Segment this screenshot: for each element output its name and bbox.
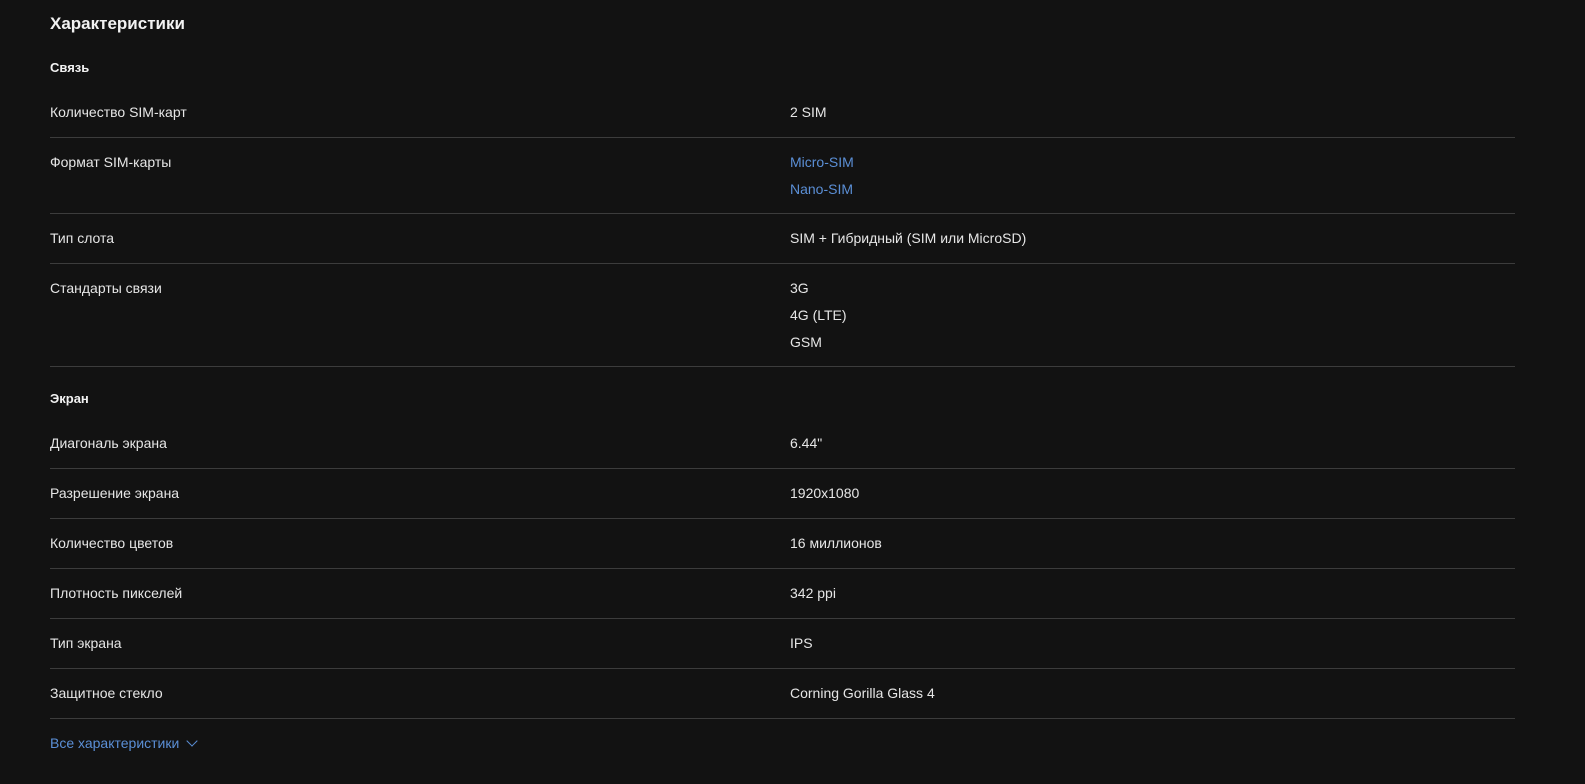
chevron-down-icon [186,735,198,747]
page-title: Характеристики [50,14,185,33]
spec-label: Стандарты связи [50,280,162,296]
spec-label: Разрешение экрана [50,485,180,501]
spec-label: Плотность пикселей [50,585,183,601]
spec-label: Тип экрана [50,635,122,651]
spec-value: 342 ppi [790,585,836,601]
spec-sections: Связь Количество SIM-карт 2 SIM Формат SIM-… [50,48,1515,719]
spec-value: SIM + Гибридный (SIM или MicroSD) [790,230,1027,246]
spec-section: Экран Диагональ экрана 6.44" Разрешение экр… [50,379,1515,719]
spec-value: IPS [790,635,813,651]
spec-row: Плотность пикселей 342 ppi [50,569,1515,619]
section-title: Связь [50,60,90,75]
spec-row: Количество цветов 16 миллионов [50,519,1515,569]
spec-values: 2 SIM [790,102,1515,123]
spec-row: Разрешение экрана 1920x1080 [50,469,1515,519]
spec-label: Количество SIM-карт [50,104,187,120]
spec-value: 2 SIM [790,104,827,120]
spec-value: 4G (LTE) [790,307,847,323]
spec-values: Corning Gorilla Glass 4 [790,683,1515,704]
spec-values: Micro-SIM Nano-SIM [790,152,1515,199]
spec-value: GSM [790,334,822,350]
spec-values: IPS [790,633,1515,654]
spec-row: Защитное стекло Corning Gorilla Glass 4 [50,669,1515,719]
spec-value: 3G [790,280,809,296]
spec-row: Тип экрана IPS [50,619,1515,669]
spec-row: Стандарты связи 3G 4G (LTE) GSM [50,264,1515,367]
spec-values: 342 ppi [790,583,1515,604]
section-title: Экран [50,391,89,406]
spec-label: Количество цветов [50,535,174,551]
spec-value: 1920x1080 [790,485,860,501]
spec-values: 6.44" [790,433,1515,454]
spec-values: 1920x1080 [790,483,1515,504]
spec-value: 6.44" [790,435,823,451]
page: Характеристики Связь Количество SIM-карт 2… [0,0,1585,784]
spec-row: Количество SIM-карт 2 SIM [50,88,1515,138]
spec-label: Диагональ экрана [50,435,167,451]
all-specs-label: Все характеристики [50,735,180,751]
spec-row: Формат SIM-карты Micro-SIM Nano-SIM [50,138,1515,214]
specifications-panel: Характеристики Связь Количество SIM-карт 2… [50,0,1515,753]
all-specs-link[interactable]: Все характеристики [50,735,198,751]
spec-label: Формат SIM-карты [50,154,172,170]
spec-values: SIM + Гибридный (SIM или MicroSD) [790,228,1515,249]
spec-row: Тип слота SIM + Гибридный (SIM или MicroS… [50,214,1515,264]
spec-value: 16 миллионов [790,535,882,551]
spec-label: Тип слота [50,230,115,246]
spec-label: Защитное стекло [50,685,163,701]
spec-value-link[interactable]: Nano-SIM [790,179,1515,199]
spec-section: Связь Количество SIM-карт 2 SIM Формат SIM-… [50,48,1515,367]
spec-value: Corning Gorilla Glass 4 [790,685,935,701]
spec-values: 16 миллионов [790,533,1515,554]
spec-value-link[interactable]: Micro-SIM [790,152,1515,179]
spec-row: Диагональ экрана 6.44" [50,419,1515,469]
spec-values: 3G 4G (LTE) GSM [790,278,1515,352]
